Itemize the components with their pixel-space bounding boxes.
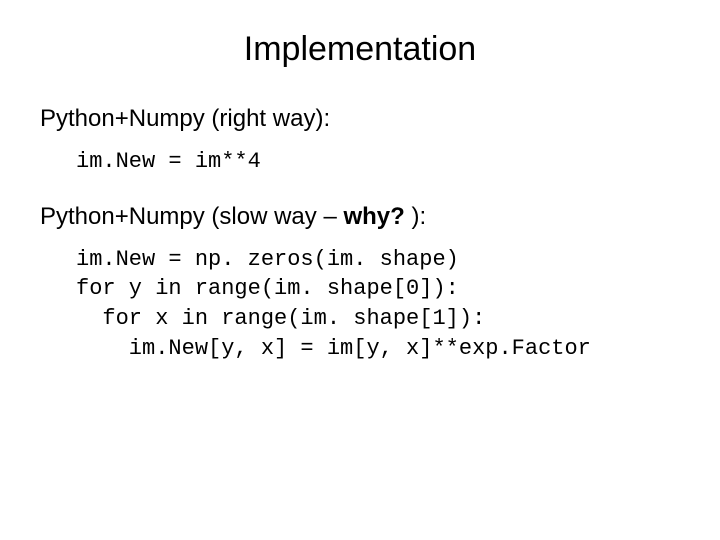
slide-title: Implementation — [40, 30, 680, 69]
section-right-way-label: Python+Numpy (right way): — [40, 105, 680, 133]
slow-way-prefix: Python+Numpy (slow way – — [40, 203, 343, 230]
section-slow-way-label: Python+Numpy (slow way – why? ): — [40, 203, 680, 231]
slow-way-suffix: ): — [405, 203, 426, 230]
code-right-way: im.New = im**4 — [76, 147, 680, 177]
code-slow-way: im.New = np. zeros(im. shape) for y in r… — [76, 245, 680, 364]
slow-way-why: why? — [343, 203, 404, 230]
slide-container: Implementation Python+Numpy (right way):… — [0, 0, 720, 540]
